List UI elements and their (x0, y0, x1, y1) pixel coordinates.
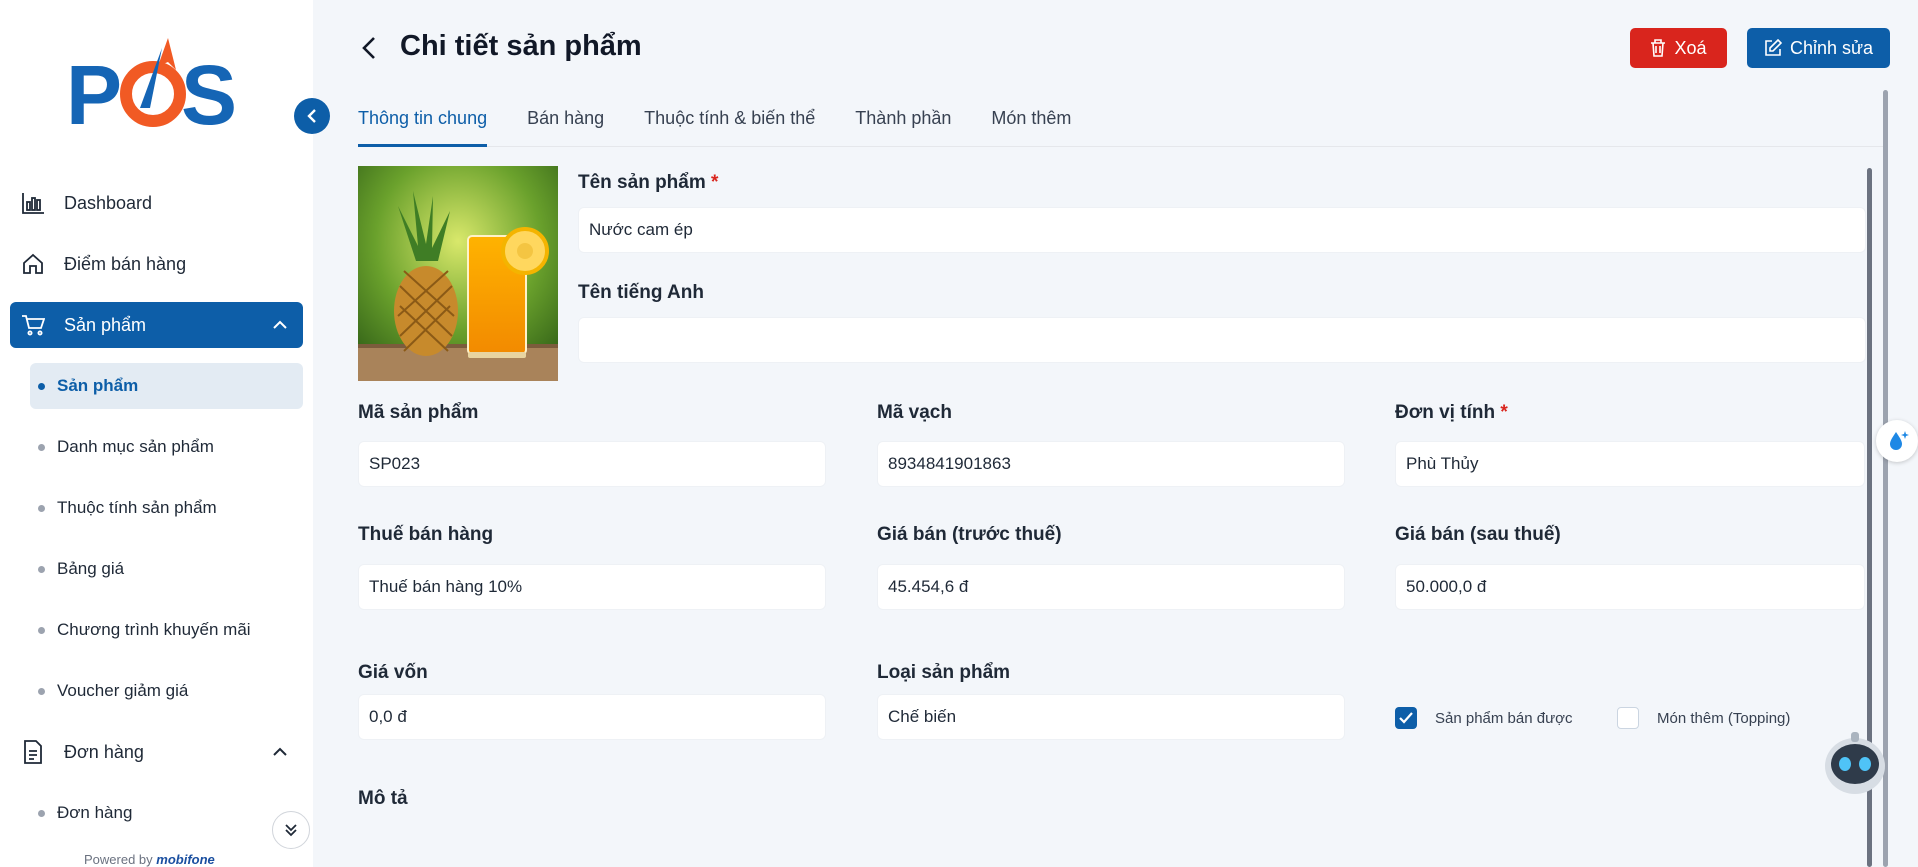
chevron-up-icon (273, 320, 287, 330)
checkbox-unchecked-icon (1617, 707, 1639, 729)
pos-logo[interactable]: P S (66, 36, 246, 142)
sidebar-subitem-label: Bảng giá (57, 559, 125, 578)
sellable-checkbox[interactable]: Sản phẩm bán được (1395, 707, 1572, 729)
sidebar-subitem-orders[interactable]: Đơn hàng (30, 790, 303, 836)
chevron-left-icon (307, 109, 316, 123)
sidebar-subitem-promotions[interactable]: Chương trình khuyến mãi (30, 607, 303, 653)
sidebar-subitem-price-list[interactable]: Bảng giá (30, 546, 303, 592)
sidebar-subitem-categories[interactable]: Danh mục sản phẩm (30, 424, 303, 470)
sales-tax-label: Thuế bán hàng (358, 524, 494, 545)
sidebar-item-products[interactable]: Sản phẩm (10, 302, 303, 348)
home-icon (20, 251, 46, 277)
english-name-label: Tên tiếng Anh (578, 282, 704, 303)
product-name-label: Tên sản phẩm * (578, 172, 718, 194)
sidebar-item-label: Sản phẩm (64, 314, 147, 335)
sidebar-subitem-label: Sản phẩm (57, 376, 139, 395)
topping-checkbox-label: Món thêm (Topping) (1657, 709, 1791, 727)
sparkle-drop-icon (1890, 431, 1909, 450)
page-title: Chi tiết sản phẩm (400, 30, 642, 62)
checkbox-checked-icon (1395, 707, 1417, 729)
unit-field[interactable]: Phù Thủy (1395, 441, 1865, 487)
sidebar-subitem-attributes[interactable]: Thuộc tính sản phẩm (30, 485, 303, 531)
bullet-icon (38, 504, 45, 512)
scroll-down-button[interactable] (272, 811, 310, 849)
product-code-field[interactable]: SP023 (358, 441, 826, 487)
product-code-label: Mã sản phẩm (358, 402, 479, 423)
svg-text:P: P (66, 48, 122, 136)
svg-text:S: S (181, 48, 237, 136)
ai-assist-button[interactable] (1876, 420, 1918, 462)
sidebar: P S Dashboard Điểm bán hàng Sản phẩm Sản… (0, 0, 313, 867)
sidebar-item-dashboard[interactable]: Dashboard (10, 180, 303, 226)
product-image[interactable] (358, 166, 558, 381)
bullet-icon (38, 626, 45, 634)
description-label: Mô tả (358, 788, 408, 809)
sidebar-item-label: Đơn hàng (64, 741, 144, 762)
sellable-checkbox-label: Sản phẩm bán được (1435, 709, 1573, 727)
powered-by-label: Powered by (84, 852, 153, 867)
sidebar-nav: Dashboard Điểm bán hàng Sản phẩm Sản phẩ… (10, 180, 303, 851)
tab-components[interactable]: Thành phần (855, 103, 951, 147)
mobifone-logo: mobifone (156, 852, 215, 867)
sidebar-item-label: Dashboard (64, 192, 153, 213)
edit-button[interactable]: Chỉnh sửa (1747, 28, 1890, 68)
sales-tax-field[interactable]: Thuế bán hàng 10% (358, 564, 826, 610)
double-chevron-down-icon (285, 824, 297, 837)
sidebar-subitem-products[interactable]: Sản phẩm (30, 363, 303, 409)
cost-price-field[interactable]: 0,0 đ (358, 694, 826, 740)
sidebar-subitem-label: Chương trình khuyến mãi (57, 620, 251, 639)
bullet-icon (38, 687, 45, 695)
sidebar-subitem-label: Đơn hàng (57, 803, 133, 822)
bullet-icon (38, 443, 45, 451)
back-button[interactable] (360, 32, 388, 64)
sidebar-item-pos[interactable]: Điểm bán hàng (10, 241, 303, 287)
product-name-field[interactable]: Nước cam ép (578, 207, 1866, 253)
barcode-field[interactable]: 8934841901863 (877, 441, 1345, 487)
trash-icon (1651, 39, 1666, 57)
tab-bar: Thông tin chung Bán hàng Thuộc tính & bi… (358, 103, 1888, 147)
edit-button-label: Chỉnh sửa (1789, 37, 1874, 58)
sidebar-item-orders[interactable]: Đơn hàng (10, 729, 303, 775)
price-before-tax-field[interactable]: 45.454,6 đ (877, 564, 1345, 610)
unit-label: Đơn vị tính * (1395, 402, 1508, 424)
edit-icon (1765, 39, 1782, 56)
tab-toppings[interactable]: Món thêm (991, 103, 1071, 147)
bullet-icon (38, 565, 45, 573)
bullet-icon (38, 382, 45, 390)
cart-icon (20, 312, 46, 338)
sidebar-subitem-label: Voucher giảm giá (57, 681, 189, 700)
product-type-field[interactable]: Chế biến (877, 694, 1345, 740)
barcode-label: Mã vạch (877, 402, 952, 423)
product-name-label-text: Tên sản phẩm (578, 172, 706, 193)
topping-checkbox[interactable]: Món thêm (Topping) (1617, 707, 1790, 729)
document-icon (20, 739, 46, 765)
sidebar-subitem-label: Thuộc tính sản phẩm (57, 498, 217, 517)
sidebar-subitem-label: Danh mục sản phẩm (57, 437, 214, 456)
delete-button[interactable]: Xoá (1630, 28, 1727, 68)
required-mark: * (1500, 402, 1508, 423)
chevron-up-icon (273, 747, 287, 757)
price-after-tax-label: Giá bán (sau thuế) (1395, 524, 1561, 545)
chart-bar-icon (20, 190, 46, 216)
robot-icon (1825, 732, 1885, 794)
bullet-icon (38, 809, 45, 817)
required-mark: * (711, 172, 719, 193)
unit-label-text: Đơn vị tính (1395, 402, 1496, 423)
sidebar-subitem-vouchers[interactable]: Voucher giảm giá (30, 668, 303, 714)
tab-general-info[interactable]: Thông tin chung (358, 103, 488, 147)
powered-by: Powered by mobifone (84, 852, 215, 867)
cost-price-label: Giá vốn (358, 662, 428, 683)
tab-attributes-variants[interactable]: Thuộc tính & biến thể (644, 103, 815, 147)
chevron-left-icon (362, 37, 375, 59)
delete-button-label: Xoá (1674, 37, 1707, 58)
sidebar-item-label: Điểm bán hàng (64, 253, 187, 274)
product-type-label: Loại sản phẩm (877, 662, 1011, 683)
chatbot-robot-button[interactable] (1822, 726, 1888, 796)
price-before-tax-label: Giá bán (trước thuế) (877, 524, 1062, 545)
sidebar-collapse-button[interactable] (294, 98, 330, 134)
price-after-tax-field[interactable]: 50.000,0 đ (1395, 564, 1865, 610)
tab-sales[interactable]: Bán hàng (527, 103, 604, 147)
english-name-field[interactable] (578, 317, 1866, 363)
